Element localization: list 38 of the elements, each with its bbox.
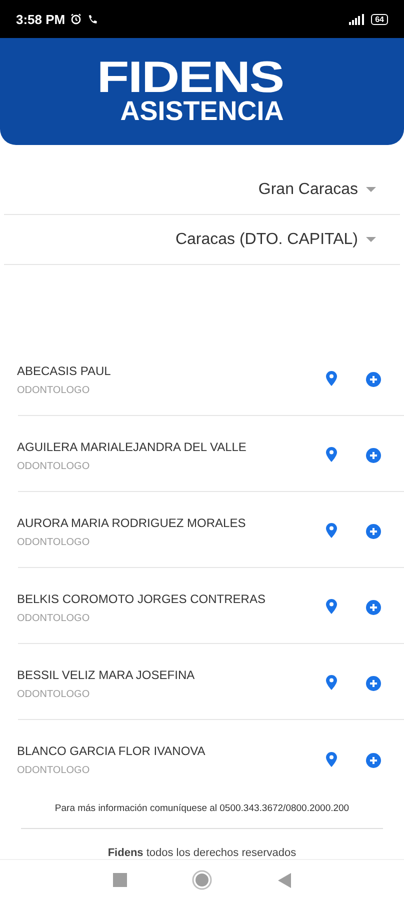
add-icon[interactable] — [366, 524, 381, 539]
location-pin-icon[interactable] — [326, 599, 337, 614]
doctor-name: ABECASIS PAUL — [17, 364, 112, 378]
copyright-text: Fidens todos los derechos reservados — [108, 847, 296, 859]
add-icon[interactable] — [366, 600, 381, 615]
doctor-specialty: ODONTOLOGO — [17, 765, 91, 776]
location-pin-icon[interactable] — [326, 752, 337, 766]
back-icon[interactable] — [278, 872, 292, 888]
status-time: 3:58 PM — [16, 12, 66, 26]
doctor-name: BLANCO GARCIA FLOR IVANOVA — [17, 744, 206, 758]
doctor-name: AURORA MARIA RODRIGUEZ MORALES — [17, 516, 247, 530]
doctor-name: BESSIL VELIZ MARA JOSEFINA — [17, 668, 196, 682]
doctor-specialty: ODONTOLOGO — [17, 536, 91, 548]
add-icon[interactable] — [366, 372, 381, 387]
alarm-icon — [70, 13, 82, 25]
home-icon[interactable] — [192, 870, 212, 890]
doctor-specialty: ODONTOLOGO — [17, 460, 91, 472]
contact-info-text: Para más información comuníquese al 0500.343.3672/0800.2000.200 — [54, 803, 350, 814]
doctor-specialty: ODONTOLOGO — [17, 688, 91, 700]
doctor-name: AGUILERA MARIALEJANDRA DEL VALLE — [17, 440, 248, 454]
logo-subtitle: ASISTENCIA — [120, 96, 284, 124]
location-pin-icon[interactable] — [326, 447, 337, 462]
doctor-specialty: ODONTOLOGO — [17, 612, 91, 624]
add-icon[interactable] — [366, 752, 381, 768]
dropdown-caret-icon — [366, 236, 376, 242]
battery-indicator: 64 — [371, 14, 388, 24]
logo-title: FIDENS — [97, 58, 284, 96]
add-icon[interactable] — [366, 676, 381, 691]
location-pin-icon[interactable] — [326, 523, 337, 538]
add-icon[interactable] — [366, 448, 381, 463]
dropdown-caret-icon — [366, 186, 376, 192]
phone-icon — [87, 14, 98, 24]
doctor-specialty: ODONTOLOGO — [17, 384, 91, 396]
location-pin-icon[interactable] — [326, 675, 337, 690]
recents-icon[interactable] — [112, 873, 127, 887]
location-pin-icon[interactable] — [326, 371, 337, 386]
signal-icon — [348, 14, 366, 24]
doctor-name: BELKIS COROMOTO JORGES CONTRERAS — [17, 592, 266, 606]
